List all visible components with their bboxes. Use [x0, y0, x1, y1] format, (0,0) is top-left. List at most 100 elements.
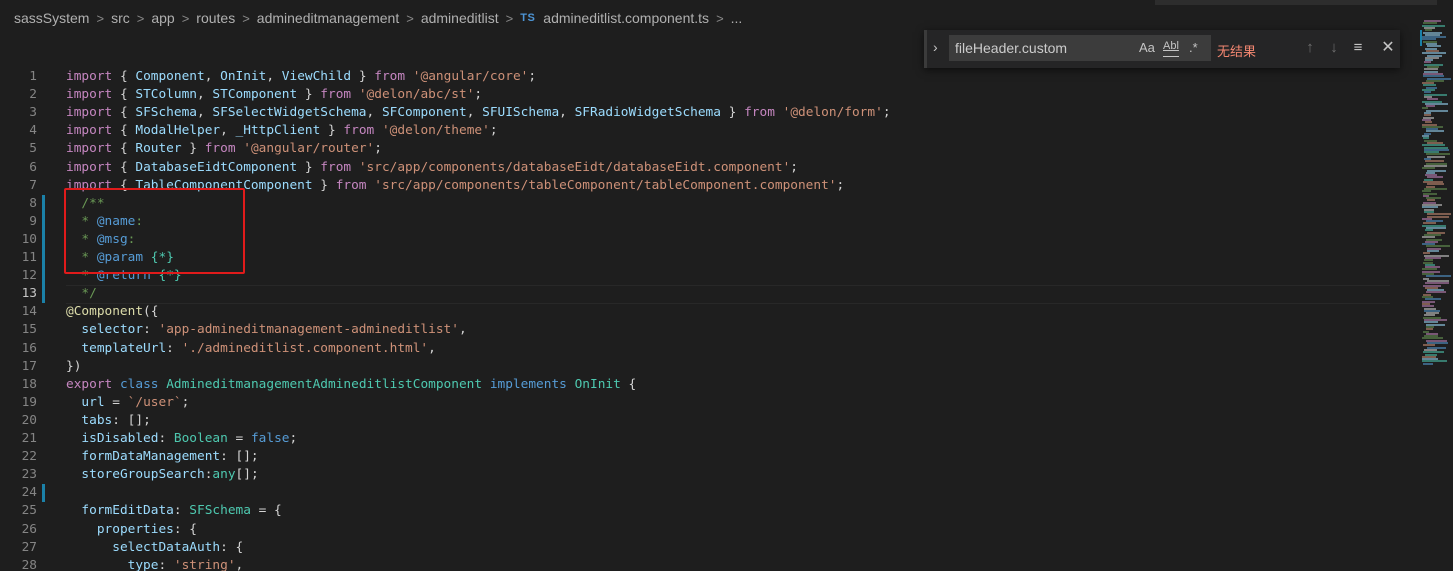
minimap[interactable] [1420, 20, 1453, 571]
line-number: 3 [29, 105, 37, 121]
code-text: @Component({ [66, 304, 159, 320]
breadcrumb-item[interactable]: routes [196, 10, 235, 26]
code-line[interactable]: 26 properties: { [0, 521, 1420, 539]
code-text: selectDataAuth: { [112, 539, 244, 555]
arrow-up-icon[interactable]: ↑ [1300, 38, 1320, 58]
git-change-marker[interactable] [42, 194, 45, 213]
breadcrumb-separator: > [242, 10, 250, 26]
line-number: 4 [29, 123, 37, 139]
git-change-marker[interactable] [42, 212, 45, 231]
line-number: 17 [21, 358, 37, 374]
use-regex-icon[interactable]: .* [1189, 40, 1198, 56]
git-change-marker[interactable] [42, 267, 45, 286]
code-line[interactable]: 3 import { SFSchema, SFSelectWidgetSchema… [0, 104, 1420, 122]
line-number: 22 [21, 449, 37, 465]
code-line[interactable]: 22 formDataManagement: []; [0, 448, 1420, 466]
code-text: tabs: []; [81, 412, 151, 428]
code-text: templateUrl: './admineditlist.component.… [81, 340, 436, 356]
code-line[interactable]: 14 @Component({ [0, 303, 1420, 321]
breadcrumb-more[interactable]: ... [731, 10, 743, 26]
line-number: 14 [21, 304, 37, 320]
breadcrumb-item[interactable]: src [111, 10, 130, 26]
code-line[interactable]: 17}) [0, 358, 1420, 376]
find-input-box: Aa Abl .* [949, 35, 1211, 61]
breadcrumb-file[interactable]: admineditlist.component.ts [543, 10, 709, 26]
code-line[interactable]: 4 import { ModalHelper, _HttpClient } fro… [0, 122, 1420, 140]
line-number: 19 [21, 394, 37, 410]
code-line[interactable]: 23 storeGroupSearch:any[]; [0, 466, 1420, 484]
code-text: */ [81, 286, 97, 302]
line-number: 16 [21, 340, 37, 356]
code-text: formEditData: SFSchema = { [81, 503, 282, 519]
code-editor[interactable]: 1 import { Component, OnInit, ViewChild }… [0, 68, 1420, 571]
code-line[interactable]: 5 import { Router } from '@angular/router… [0, 140, 1420, 158]
line-number: 2 [29, 87, 37, 103]
breadcrumb-item[interactable]: admineditmanagement [257, 10, 399, 26]
code-line[interactable]: 16 templateUrl: './admineditlist.compone… [0, 340, 1420, 358]
code-text: import { Component, OnInit, ViewChild } … [66, 69, 537, 84]
code-text: storeGroupSearch:any[]; [81, 467, 259, 483]
breadcrumb-item[interactable]: sassSystem [14, 10, 89, 26]
line-number: 15 [21, 322, 37, 338]
code-line[interactable]: 25 formEditData: SFSchema = { [0, 502, 1420, 520]
current-line-highlight [66, 285, 1390, 305]
line-number: 24 [21, 485, 37, 501]
line-number: 11 [21, 250, 37, 265]
line-number: 26 [21, 521, 37, 537]
find-result-text: 无结果 [1217, 44, 1257, 59]
minimap-line [1426, 275, 1451, 278]
code-text: properties: { [96, 521, 197, 537]
breadcrumb-separator: > [716, 10, 724, 26]
code-line[interactable]: 20 tabs: []; [0, 412, 1420, 430]
code-text: isDisabled: Boolean = false; [81, 431, 298, 446]
find-in-selection-icon[interactable]: ≡ [1348, 38, 1368, 58]
line-number: 21 [21, 431, 37, 446]
code-line[interactable]: 13 */ [0, 285, 1420, 305]
code-line[interactable]: 24 [0, 484, 1420, 503]
code-line[interactable]: 6 import { DatabaseEidtComponent } from '… [0, 159, 1420, 177]
code-line[interactable]: 1 import { Component, OnInit, ViewChild }… [0, 68, 1420, 86]
code-line[interactable]: 21 isDisabled: Boolean = false; [0, 430, 1420, 448]
line-number: 7 [29, 177, 37, 193]
line-number: 8 [29, 195, 37, 211]
git-change-marker[interactable] [42, 285, 45, 304]
code-text: selector: 'app-admineditmanagement-admin… [81, 322, 467, 338]
code-text: import { DatabaseEidtComponent } from 's… [66, 159, 798, 175]
find-widget: › Aa Abl .* 无结果 ↑ ↓ ≡ ✕ [924, 30, 1400, 68]
minimap-line [1423, 362, 1433, 365]
toggle-replace-chevron-icon[interactable]: › [933, 39, 947, 59]
code-text: export class AdmineditmanagementAdminedi… [66, 376, 637, 392]
code-text: }) [66, 358, 82, 374]
find-input[interactable] [955, 35, 1125, 61]
git-change-marker[interactable] [42, 249, 45, 267]
code-line[interactable]: 2 import { STColumn, STComponent } from '… [0, 86, 1420, 104]
code-line[interactable]: 27 selectDataAuth: { [0, 539, 1420, 557]
code-text: import { STColumn, STComponent } from '@… [66, 87, 483, 103]
line-number: 12 [21, 268, 37, 284]
breadcrumb-separator: > [96, 10, 105, 26]
close-icon[interactable]: ✕ [1378, 38, 1398, 58]
line-number: 28 [21, 557, 37, 571]
code-line[interactable]: 18 export class AdmineditmanagementAdmine… [0, 376, 1420, 394]
match-case-icon[interactable]: Aa [1139, 40, 1155, 56]
line-number: 27 [21, 539, 37, 555]
code-text: formDataManagement: []; [81, 449, 259, 465]
line-number: 6 [29, 159, 37, 175]
git-change-marker[interactable] [42, 484, 45, 503]
code-text: type: 'string', [127, 557, 244, 571]
code-line[interactable]: 28 type: 'string', [0, 557, 1420, 571]
arrow-down-icon[interactable]: ↓ [1324, 38, 1344, 58]
code-line[interactable]: 19 url = `/user`; [0, 394, 1420, 412]
code-text: import { SFSchema, SFSelectWidgetSchema,… [66, 105, 891, 121]
line-number: 13 [21, 286, 37, 302]
breadcrumb-item[interactable]: admineditlist [421, 10, 499, 26]
breadcrumb-separator: > [181, 10, 190, 26]
code-line[interactable]: 15 selector: 'app-admineditmanagement-ad… [0, 321, 1420, 339]
breadcrumb-item[interactable]: app [151, 10, 174, 26]
typescript-file-icon: TS [520, 12, 536, 24]
line-number: 18 [21, 376, 37, 392]
line-number: 9 [29, 213, 37, 229]
git-change-marker[interactable] [42, 230, 45, 249]
line-number: 20 [21, 412, 37, 428]
match-whole-word-icon[interactable]: Abl [1163, 40, 1179, 57]
